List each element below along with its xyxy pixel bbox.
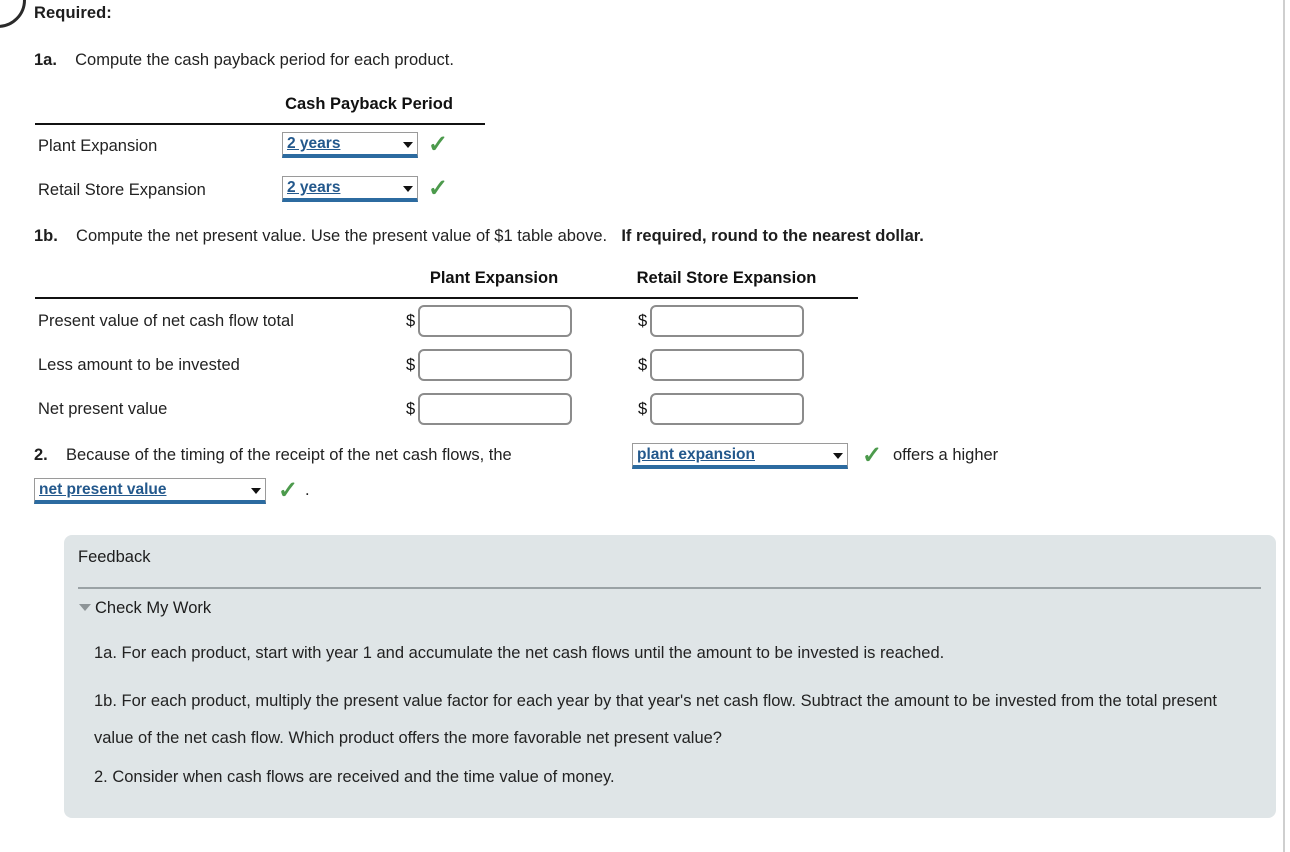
- check-icon: ✓: [277, 477, 299, 504]
- dropdown-product-choice-value: plant expansion: [637, 446, 755, 463]
- feedback-title: Feedback: [78, 548, 151, 566]
- check-icon: ✓: [427, 131, 449, 158]
- page-right-border: [1283, 0, 1285, 852]
- feedback-paragraph-1b: 1b. For each product, multiply the prese…: [94, 692, 1218, 747]
- row-label-less-amount-invested: Less amount to be invested: [38, 356, 240, 374]
- currency-symbol: $: [638, 400, 648, 418]
- cash-payback-period-header: Cash Payback Period: [285, 95, 453, 113]
- chevron-down-icon: [403, 186, 413, 192]
- column-header-retail-store-expansion: Retail Store Expansion: [636, 269, 817, 287]
- row-label-present-value-total: Present value of net cash flow total: [38, 312, 294, 330]
- question-1b-text-bold: If required, round to the nearest dollar…: [621, 227, 924, 245]
- feedback-panel: Feedback Check My Work 1a. For each prod…: [64, 535, 1276, 818]
- caret-down-icon: [79, 604, 91, 612]
- feedback-divider: [78, 587, 1261, 589]
- chevron-down-icon: [833, 453, 843, 459]
- question-2-prompt-line1: 2. Because of the timing of the receipt …: [34, 446, 512, 465]
- question-2-text-after: .: [305, 481, 310, 499]
- input-present-value-total-retail[interactable]: [650, 305, 804, 337]
- feedback-paragraph-2: 2. Consider when cash flows are received…: [94, 768, 615, 786]
- check-my-work-toggle[interactable]: Check My Work: [79, 599, 211, 618]
- question-2-number: 2.: [34, 446, 48, 464]
- dropdown-plant-expansion-payback-value: 2 years: [287, 135, 341, 152]
- dropdown-plant-expansion-payback[interactable]: 2 years: [282, 132, 418, 158]
- dropdown-measure-choice[interactable]: net present value: [34, 478, 266, 504]
- input-less-amount-invested-retail[interactable]: [650, 349, 804, 381]
- exercise-content: Required: 1a. Compute the cash payback p…: [0, 0, 1283, 852]
- question-1a-text: Compute the cash payback period for each…: [75, 51, 454, 69]
- chevron-down-icon: [251, 488, 261, 494]
- check-icon: ✓: [427, 175, 449, 202]
- feedback-paragraph-1a: 1a. For each product, start with year 1 …: [94, 644, 945, 662]
- question-1a-number: 1a.: [34, 51, 57, 69]
- input-net-present-value-plant[interactable]: [418, 393, 572, 425]
- dropdown-measure-choice-value: net present value: [39, 481, 167, 498]
- input-less-amount-invested-plant[interactable]: [418, 349, 572, 381]
- dropdown-product-choice[interactable]: plant expansion: [632, 443, 848, 469]
- column-header-plant-expansion: Plant Expansion: [429, 269, 559, 287]
- input-present-value-total-plant[interactable]: [418, 305, 572, 337]
- question-2-text-before: Because of the timing of the receipt of …: [65, 446, 512, 464]
- table-1b-rule: [35, 297, 858, 299]
- currency-symbol: $: [406, 356, 416, 374]
- check-my-work-label: Check My Work: [95, 599, 212, 617]
- currency-symbol: $: [638, 356, 648, 374]
- input-net-present-value-retail[interactable]: [650, 393, 804, 425]
- currency-symbol: $: [638, 312, 648, 330]
- question-1b-prompt: 1b. Compute the net present value. Use t…: [34, 227, 924, 246]
- check-icon: ✓: [861, 442, 883, 469]
- table-1a-rule: [35, 123, 485, 125]
- question-1b-number: 1b.: [34, 227, 58, 245]
- dropdown-retail-store-expansion-payback[interactable]: 2 years: [282, 176, 418, 202]
- chevron-down-icon: [403, 142, 413, 148]
- dropdown-retail-store-expansion-payback-value: 2 years: [287, 179, 341, 196]
- row-label-plant-expansion: Plant Expansion: [38, 137, 158, 155]
- question-2-text-middle: offers a higher: [893, 446, 999, 464]
- currency-symbol: $: [406, 400, 416, 418]
- question-1b-text: Compute the net present value. Use the p…: [76, 227, 608, 245]
- row-label-retail-store-expansion: Retail Store Expansion: [38, 181, 206, 199]
- currency-symbol: $: [406, 312, 416, 330]
- required-heading: Required:: [34, 4, 112, 22]
- question-1a-prompt: 1a. Compute the cash payback period for …: [34, 51, 454, 70]
- row-label-net-present-value: Net present value: [38, 400, 168, 418]
